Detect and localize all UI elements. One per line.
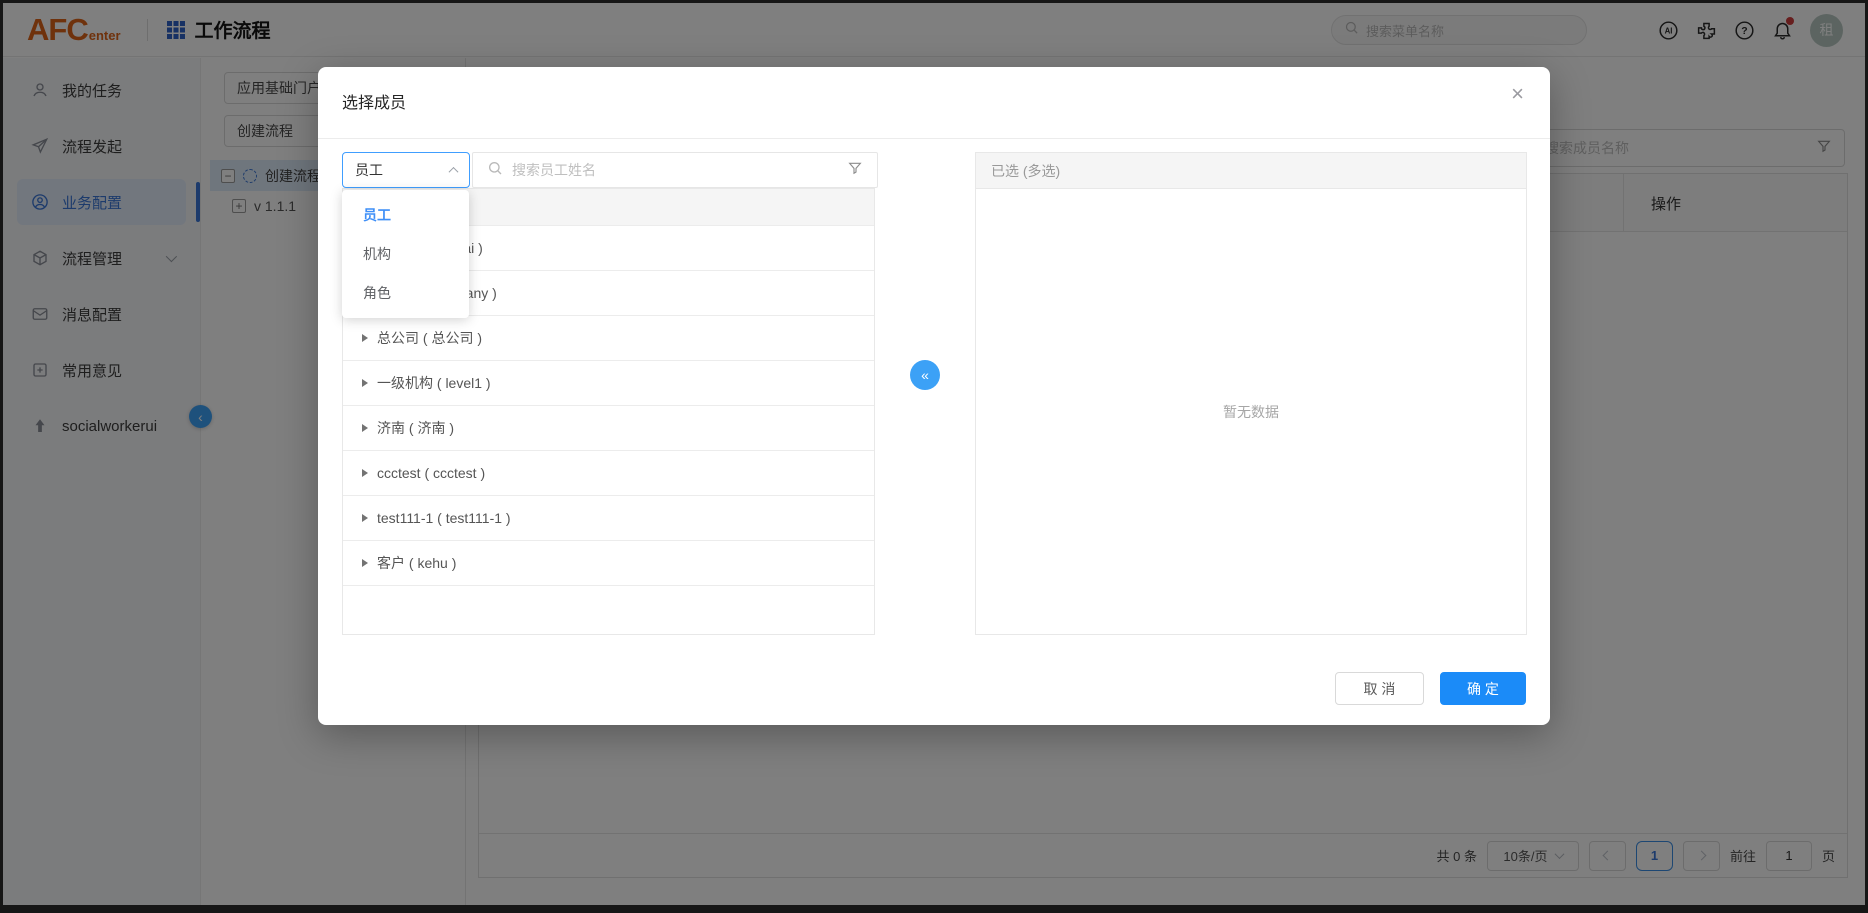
tree-row-label: 客户 ( kehu )	[377, 553, 456, 573]
tree-row-label: test111-1 ( test111-1 )	[377, 510, 511, 526]
member-type-dropdown-menu: 员工 机构 角色	[342, 190, 469, 318]
tree-row[interactable]: 济南 ( 济南 )	[343, 406, 874, 451]
confirm-button[interactable]: 确 定	[1440, 672, 1526, 705]
window-frame-edge	[0, 905, 1868, 913]
expand-triangle-icon[interactable]	[362, 514, 368, 522]
close-icon[interactable]: ×	[1511, 83, 1524, 105]
expand-triangle-icon[interactable]	[362, 469, 368, 477]
expand-triangle-icon[interactable]	[362, 424, 368, 432]
expand-triangle-icon[interactable]	[362, 559, 368, 567]
dropdown-option-role[interactable]: 角色	[342, 273, 469, 312]
cancel-button[interactable]: 取 消	[1335, 672, 1424, 705]
expand-triangle-icon[interactable]	[362, 379, 368, 387]
window-frame-edge	[0, 0, 3, 913]
chevron-up-icon	[449, 166, 459, 176]
member-type-select[interactable]: 员工	[342, 152, 470, 188]
dropdown-option-organization[interactable]: 机构	[342, 234, 469, 273]
tree-row[interactable]: 客户 ( kehu )	[343, 541, 874, 586]
transfer-left-button[interactable]: «	[910, 360, 940, 390]
filter-funnel-icon[interactable]	[847, 160, 863, 181]
tree-row-label: 一级机构 ( level1 )	[377, 373, 491, 393]
selected-members-panel: 已选 (多选) 暂无数据	[975, 152, 1527, 635]
tree-row[interactable]: 一级机构 ( level1 )	[343, 361, 874, 406]
tree-row[interactable]: test111-1 ( test111-1 )	[343, 496, 874, 541]
empty-state-text: 暂无数据	[976, 189, 1526, 634]
tree-row[interactable]: 总公司 ( 总公司 )	[343, 316, 874, 361]
tree-row-label: 总公司 ( 总公司 )	[377, 328, 482, 348]
selected-panel-header: 已选 (多选)	[976, 153, 1526, 189]
search-icon	[487, 160, 503, 181]
window-frame-edge	[0, 0, 1868, 3]
employee-search-placeholder: 搜索员工姓名	[512, 160, 838, 180]
member-type-value: 员工	[355, 160, 383, 180]
dialog-title: 选择成员	[342, 89, 406, 113]
dialog-header-divider	[318, 138, 1550, 139]
employee-search-input[interactable]: 搜索员工姓名	[472, 152, 878, 188]
select-members-dialog: 选择成员 × 员工 搜索员工姓名 上海 ( shanghai ) 分公司	[318, 67, 1550, 725]
tree-row-label: ccctest ( ccctest )	[377, 465, 485, 481]
expand-triangle-icon[interactable]	[362, 334, 368, 342]
tree-row-label: 济南 ( 济南 )	[377, 418, 454, 438]
double-chevron-left-icon: «	[921, 367, 929, 383]
tree-row[interactable]: ccctest ( ccctest )	[343, 451, 874, 496]
app-window: AFC enter 工作流程 搜索菜单名称 AI ?	[0, 0, 1868, 913]
dropdown-option-employee[interactable]: 员工	[342, 195, 469, 234]
